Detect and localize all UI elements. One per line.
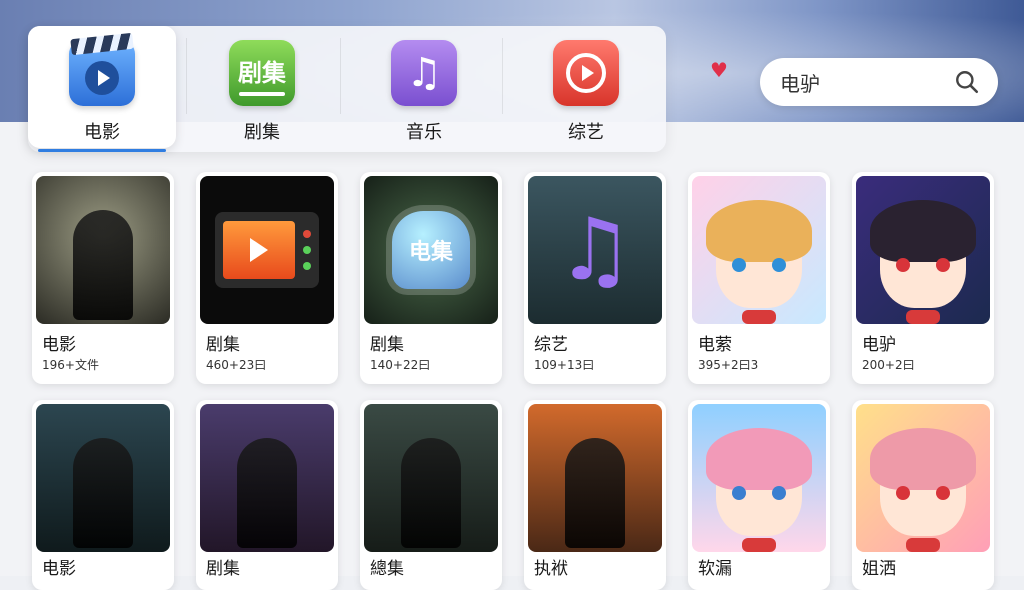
- tab-drama[interactable]: 剧集 剧集: [188, 26, 336, 148]
- tab-label: 音乐: [406, 122, 442, 143]
- card-title: 电影: [42, 559, 76, 579]
- variety-play-icon: [553, 40, 619, 106]
- silhouette-rider-thumbnail: [36, 176, 170, 324]
- tab-divider: [502, 38, 503, 114]
- card-subtitle: 109+13曰: [534, 358, 595, 372]
- search-icon[interactable]: [954, 69, 980, 95]
- card-subtitle: 460+23曰: [206, 358, 267, 372]
- donkey-city-fire-thumbnail: [528, 404, 662, 552]
- card-title: 电萦: [698, 335, 732, 355]
- media-card[interactable]: 电影 196+文件: [32, 172, 174, 384]
- music-note-thumbnail: ♫: [528, 176, 662, 324]
- tab-variety[interactable]: 综艺: [512, 26, 660, 148]
- tab-label: 电影: [84, 122, 120, 143]
- media-card[interactable]: 剧集: [196, 400, 338, 590]
- media-card[interactable]: 电萦 395+2曰3: [688, 172, 830, 384]
- search-value: 电驴: [780, 71, 820, 96]
- donkey-green-coat-thumbnail: [364, 404, 498, 552]
- card-title: 剧集: [206, 559, 240, 579]
- glowing-jar-thumbnail: 电集: [364, 176, 498, 324]
- media-card[interactable]: 执袱: [524, 400, 666, 590]
- drama-icon: 剧集: [229, 40, 295, 106]
- media-card[interactable]: 姐洒: [852, 400, 994, 590]
- anime-girl-twintails-thumbnail: [692, 404, 826, 552]
- anime-girl-headphones-thumbnail: [856, 176, 990, 324]
- tab-label: 综艺: [568, 122, 604, 143]
- anime-girl-pink-thumbnail: [856, 404, 990, 552]
- card-title: 软漏: [698, 559, 732, 579]
- card-title: 剧集: [370, 335, 404, 355]
- drama-icon-text: 剧集: [238, 58, 286, 87]
- card-title: 剧集: [206, 335, 240, 355]
- card-title: 执袱: [534, 559, 568, 579]
- media-card[interactable]: 剧集 460+23曰: [196, 172, 338, 384]
- tab-divider: [186, 38, 187, 114]
- movie-clapper-icon: [69, 32, 135, 106]
- donkey-detective-thumbnail: [36, 404, 170, 552]
- media-card[interactable]: 软漏: [688, 400, 830, 590]
- card-title: 电驴: [862, 335, 896, 355]
- media-card[interactable]: 电集 剧集 140+22曰: [360, 172, 502, 384]
- tab-label: 剧集: [244, 122, 280, 143]
- media-card[interactable]: ♫ 综艺 109+13曰: [524, 172, 666, 384]
- card-title: 电影: [42, 335, 76, 355]
- card-subtitle: 200+2曰: [862, 358, 915, 372]
- media-card[interactable]: 电影: [32, 400, 174, 590]
- card-title: 综艺: [534, 335, 568, 355]
- card-title: 總集: [370, 559, 404, 579]
- media-card[interactable]: 电驴 200+2曰: [852, 172, 994, 384]
- search-input[interactable]: 电驴: [760, 58, 998, 106]
- music-note-icon: ♫: [391, 40, 457, 106]
- heart-icon[interactable]: ♥: [710, 58, 728, 82]
- jar-label: 电集: [392, 211, 470, 289]
- card-title: 姐洒: [862, 559, 896, 579]
- anime-girl-thumbnail: [692, 176, 826, 324]
- card-subtitle: 395+2曰3: [698, 358, 759, 372]
- moonlit-figure-thumbnail: [200, 404, 334, 552]
- card-subtitle: 196+文件: [42, 358, 99, 372]
- media-card[interactable]: 總集: [360, 400, 502, 590]
- tab-divider: [340, 38, 341, 114]
- tab-music[interactable]: ♫ 音乐: [350, 26, 498, 148]
- card-subtitle: 140+22曰: [370, 358, 431, 372]
- tab-movie[interactable]: 电影: [28, 26, 176, 152]
- retro-tv-thumbnail: [200, 176, 334, 324]
